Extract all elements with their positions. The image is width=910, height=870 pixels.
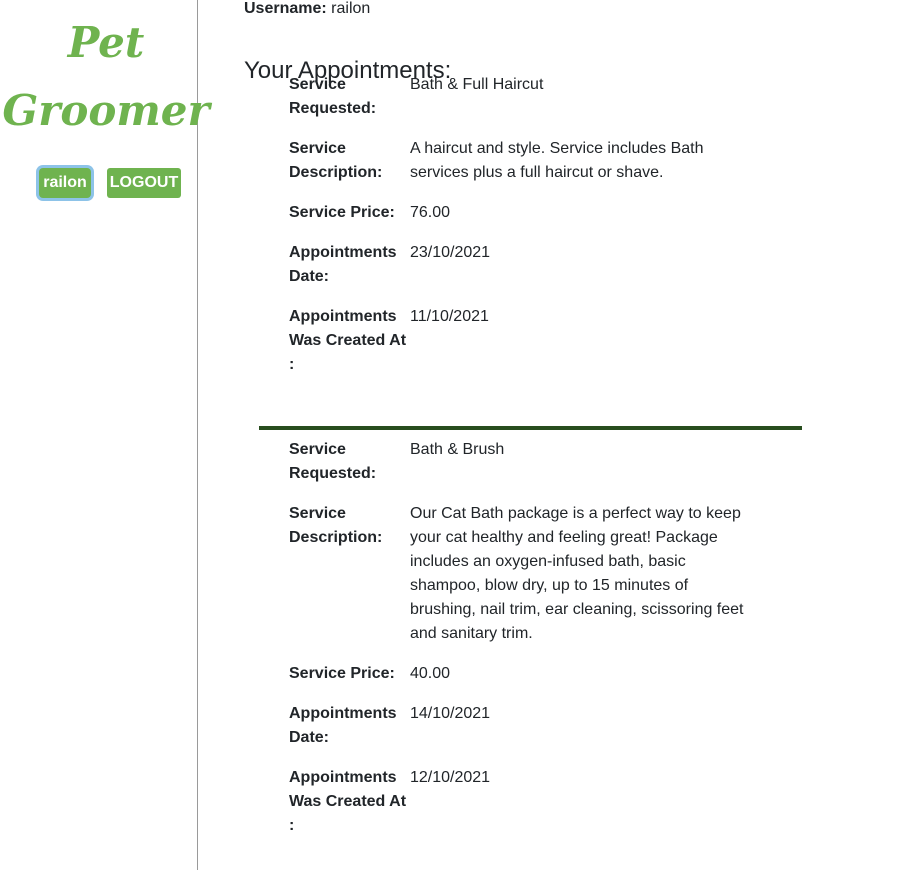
service-requested-row: Service Requested: Bath & Brush [289,438,769,486]
service-description-value: Our Cat Bath package is a perfect way to… [410,505,744,642]
main-content: Username: railon Your Appointments: Serv… [198,0,910,870]
service-description-label: Service Description: [289,140,383,181]
service-price-row: Service Price: 76.00 [289,201,769,225]
username-value: railon [331,0,371,17]
service-price-row: Service Price: 40.00 [289,662,769,686]
service-description-row: Service Description: Our Cat Bath packag… [289,502,769,646]
appointment-date-label: Appointments Date: [289,705,397,746]
username-label: Username: [244,0,327,17]
service-requested-row: Service Requested: Bath & Full Haircut [289,73,769,121]
service-requested-value: Bath & Full Haircut [410,76,544,93]
service-requested-label: Service Requested: [289,441,377,482]
appointment-date-row: Appointments Date: 14/10/2021 [289,702,769,750]
appointment-divider [259,426,802,430]
page: Pet Groomer railon LOGOUT Username: rail… [0,0,910,870]
created-at-row: Appointments Was Created At : 12/10/2021 [289,766,769,838]
service-price-label: Service Price: [289,204,395,221]
service-price-value: 76.00 [410,204,451,221]
created-at-label: Appointments Was Created At : [289,769,407,834]
created-at-value: 12/10/2021 [410,769,491,786]
appointment-date-row: Appointments Date: 23/10/2021 [289,241,769,289]
appointment-date-value: 14/10/2021 [410,705,491,722]
created-at-row: Appointments Was Created At : 11/10/2021 [289,305,769,377]
username-line: Username: railon [244,0,370,18]
service-description-value: A haircut and style. Service includes Ba… [410,140,704,181]
service-requested-label: Service Requested: [289,76,377,117]
created-at-value: 11/10/2021 [410,308,489,325]
appointment-date-label: Appointments Date: [289,244,397,285]
user-profile-button[interactable]: railon [39,168,91,198]
appointment-card: Service Requested: Bath & Brush Service … [289,438,769,854]
brand-logo-pet[interactable]: Pet [0,18,212,67]
service-price-value: 40.00 [410,665,451,682]
service-requested-value: Bath & Brush [410,441,505,458]
appointment-card: Service Requested: Bath & Full Haircut S… [289,73,769,393]
brand-logo-groomer[interactable]: Groomer [2,86,210,135]
appointment-date-value: 23/10/2021 [410,244,491,261]
logout-button[interactable]: LOGOUT [107,168,181,198]
created-at-label: Appointments Was Created At : [289,308,407,373]
sidebar: Pet Groomer railon LOGOUT [0,0,210,870]
service-description-label: Service Description: [289,505,383,546]
service-description-row: Service Description: A haircut and style… [289,137,769,185]
service-price-label: Service Price: [289,665,395,682]
